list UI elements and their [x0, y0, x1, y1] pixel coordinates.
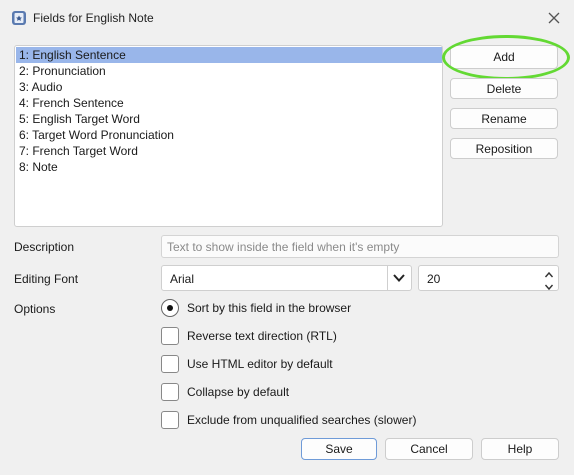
- font-select-divider: [387, 266, 388, 290]
- highlight-annotation: [442, 35, 570, 80]
- option-label: Collapse by default: [187, 385, 290, 399]
- fields-list[interactable]: 1: English Sentence 2: Pronunciation 3: …: [14, 45, 443, 227]
- font-size-value: 20: [427, 272, 441, 286]
- checkbox[interactable]: [161, 355, 179, 373]
- options-label: Options: [14, 302, 56, 316]
- field-item-2[interactable]: 2: Pronunciation: [16, 63, 442, 79]
- option-label: Sort by this field in the browser: [187, 301, 352, 315]
- cancel-button[interactable]: Cancel: [385, 438, 473, 460]
- field-item-1[interactable]: 1: English Sentence: [16, 47, 442, 63]
- window-title: Fields for English Note: [33, 11, 154, 25]
- spin-down-icon[interactable]: [544, 280, 554, 291]
- close-icon[interactable]: [544, 8, 564, 28]
- option-label: Use HTML editor by default: [187, 357, 333, 371]
- radio-button[interactable]: [161, 299, 179, 317]
- checkbox[interactable]: [161, 383, 179, 401]
- field-item-4[interactable]: 4: French Sentence: [16, 95, 442, 111]
- field-item-6[interactable]: 6: Target Word Pronunciation: [16, 127, 442, 143]
- option-label: Exclude from unqualified searches (slowe…: [187, 413, 417, 427]
- font-select-value: Arial: [170, 272, 195, 286]
- checkbox[interactable]: [161, 411, 179, 429]
- chevron-down-icon[interactable]: [391, 271, 407, 285]
- field-item-8[interactable]: 8: Note: [16, 159, 442, 175]
- field-item-7[interactable]: 7: French Target Word: [16, 143, 442, 159]
- description-label: Description: [14, 240, 75, 254]
- spin-up-icon[interactable]: [544, 268, 554, 278]
- option-label: Reverse text direction (RTL): [187, 329, 337, 343]
- rename-button[interactable]: Rename: [450, 108, 558, 129]
- radio-dot: [167, 305, 173, 311]
- font-select[interactable]: Arial: [161, 265, 412, 291]
- anki-icon: [11, 10, 27, 26]
- help-button[interactable]: Help: [481, 438, 559, 460]
- font-size-spinbox[interactable]: 20: [418, 265, 559, 291]
- title-bar: Fields for English Note: [0, 0, 574, 36]
- field-item-3[interactable]: 3: Audio: [16, 79, 442, 95]
- delete-button[interactable]: Delete: [450, 78, 558, 99]
- checkbox[interactable]: [161, 327, 179, 345]
- field-item-5[interactable]: 5: English Target Word: [16, 111, 442, 127]
- save-button[interactable]: Save: [301, 438, 377, 460]
- editing-font-label: Editing Font: [14, 272, 79, 286]
- reposition-button[interactable]: Reposition: [450, 138, 558, 159]
- description-input[interactable]: [161, 235, 559, 258]
